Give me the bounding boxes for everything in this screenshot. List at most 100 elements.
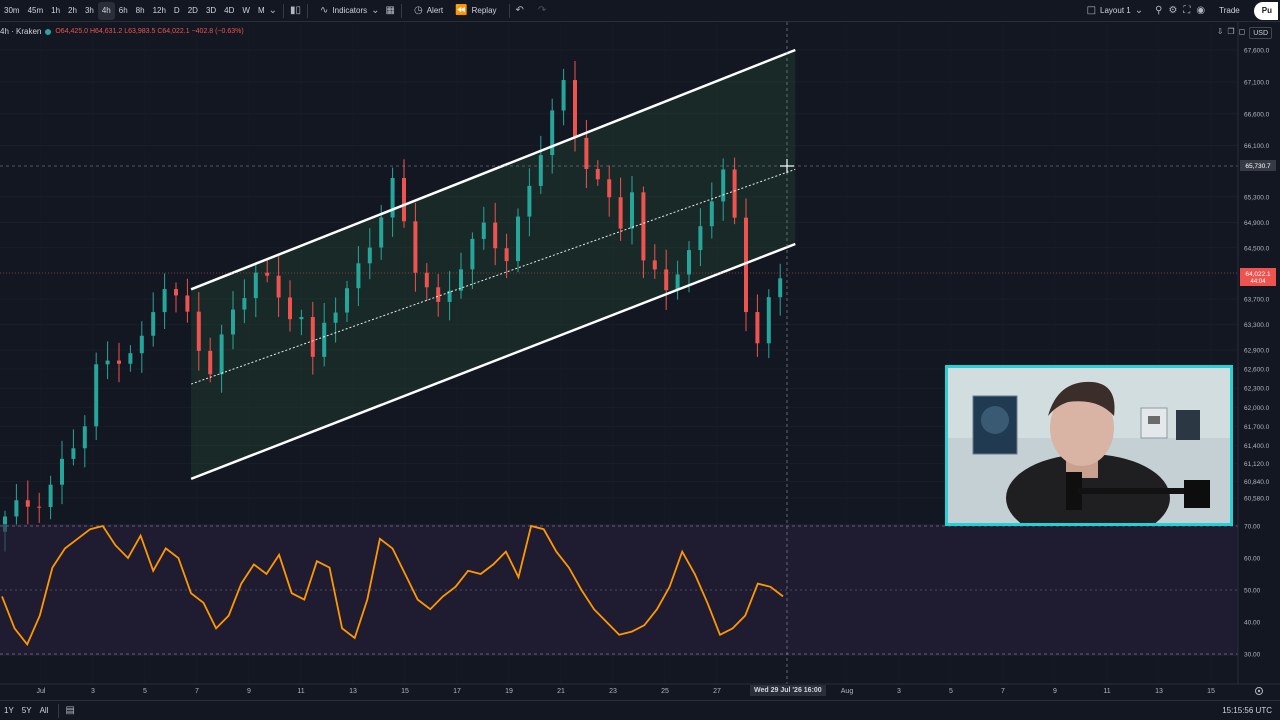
layout-icon: □ (1086, 5, 1097, 16)
price-tick-label: 62,000.0 (1244, 405, 1270, 412)
indicators-label: Indicators (332, 6, 368, 15)
rsi-tick-label: 70.00 (1244, 524, 1261, 531)
divider (307, 3, 309, 18)
timeframe-12h[interactable]: 12h (149, 2, 170, 20)
timeframe-m[interactable]: M (254, 2, 269, 20)
candle-body (493, 222, 498, 249)
timeframe-4h[interactable]: 4h (97, 1, 115, 20)
date-tick-label: 11 (297, 688, 304, 695)
date-tick-label: 9 (1053, 688, 1057, 695)
candle-body (242, 298, 247, 310)
timeframe-3d[interactable]: 3D (202, 2, 220, 20)
timeframe-2d[interactable]: 2D (184, 2, 202, 20)
range-1y[interactable]: 1Y (0, 706, 18, 715)
timeframe-45m[interactable]: 45m (24, 2, 48, 20)
date-tick-label: 5 (143, 688, 147, 695)
download-icon[interactable]: ⇩ (1217, 27, 1224, 39)
alert-label: Alert (426, 6, 444, 15)
price-scale-tools: ⇩ ❐ ◻ USD (1217, 27, 1272, 39)
range-5y[interactable]: 5Y (18, 706, 36, 715)
date-tick-label: 19 (505, 688, 513, 695)
candle-body (208, 350, 213, 375)
restore-icon[interactable]: ❐ (1227, 27, 1234, 39)
candle-body (436, 287, 441, 302)
candle-body (139, 335, 144, 354)
camera-icon[interactable]: ◉ (1196, 5, 1205, 16)
candle-body (516, 216, 520, 262)
date-tick-label: 7 (1001, 688, 1005, 695)
timeframe-w[interactable]: W (238, 2, 254, 20)
range-all[interactable]: All (36, 706, 53, 715)
candle-body (413, 221, 418, 273)
layout-button[interactable]: □ Layout 1 ⌄ (1081, 2, 1150, 20)
fullscreen-icon[interactable]: ⛶ (1183, 5, 1190, 16)
utc-clock[interactable]: 15:15:56 UTC (1222, 706, 1272, 715)
candle-body (721, 169, 726, 202)
candle-body (94, 364, 99, 427)
timeframe-30m[interactable]: 30m (0, 2, 24, 20)
indicators-button[interactable]: ∿ Indicators ⌄ (314, 2, 385, 20)
candle-body (25, 500, 30, 507)
date-tick-label: 5 (949, 688, 953, 695)
undo-icon[interactable]: ↶ (516, 5, 524, 16)
settings-gear-icon[interactable]: ⚙ (1168, 5, 1177, 16)
templates-icon[interactable]: ▦ (386, 5, 395, 16)
candle-body (231, 309, 235, 335)
calendar-icon[interactable]: ▤ (65, 705, 74, 716)
timeframe-d[interactable]: D (170, 2, 184, 20)
rsi-tick-label: 40.00 (1244, 620, 1261, 627)
symbol-label[interactable]: 4h · Kraken (0, 27, 41, 36)
candle-body (105, 360, 110, 365)
candle-body (504, 248, 509, 262)
redo-icon[interactable]: ↷ (538, 5, 546, 16)
date-tick-label: 7 (195, 688, 199, 695)
maximize-icon[interactable]: ◻ (1239, 27, 1246, 39)
candle-body (117, 360, 121, 364)
candle-body (60, 458, 64, 485)
timeframe-3h[interactable]: 3h (81, 2, 98, 20)
candle-body (185, 295, 190, 312)
candle-body (481, 222, 486, 239)
candle-body (641, 192, 646, 261)
candle-body (709, 201, 714, 227)
price-tick-label: 67,600.0 (1244, 48, 1270, 55)
date-tick-label: 17 (453, 688, 461, 695)
chevron-down-icon[interactable]: ⌄ (269, 5, 277, 16)
price-tick-label: 62,600.0 (1244, 367, 1270, 374)
timeframe-8h[interactable]: 8h (132, 2, 149, 20)
candle-body (766, 297, 771, 344)
candle-body (333, 312, 338, 323)
layout-label: Layout 1 (1100, 6, 1131, 15)
last-price-label: 64,022.1 44:04 (1240, 268, 1276, 286)
timeframe-6h[interactable]: 6h (115, 2, 132, 20)
symbol-legend: 4h · Kraken O64,425.0 H64,631.2 L63,983.… (0, 27, 244, 36)
replay-button[interactable]: ⏪ Replay (449, 2, 502, 20)
candle-body (675, 274, 680, 291)
candle-body (527, 185, 532, 217)
publish-button[interactable]: Pu (1253, 1, 1278, 20)
date-tick-label: 3 (897, 688, 901, 695)
date-tick-label: 13 (1155, 688, 1163, 695)
date-tick-label: 13 (349, 688, 357, 695)
quick-search-icon[interactable]: ⚲ (1155, 5, 1162, 16)
divider (283, 3, 285, 18)
candle-body (174, 289, 178, 296)
candle-body (698, 226, 703, 251)
candle-body (595, 168, 600, 180)
price-tick-label: 61,400.0 (1244, 443, 1270, 450)
timeframe-2h[interactable]: 2h (64, 2, 81, 20)
candle-style-icon[interactable]: ▮▯ (290, 5, 301, 16)
alert-button[interactable]: ◷ Alert (408, 2, 449, 20)
candle-body (162, 289, 167, 313)
candle-body (82, 426, 87, 449)
chart-area[interactable]: 67,600.0 67,100.0 66,600.0 66,100.0 65,300.0… (0, 22, 1280, 700)
candle-body (402, 177, 406, 222)
timeframe-1h[interactable]: 1h (47, 2, 64, 20)
last-price-text: 64,022.1 (1245, 271, 1271, 278)
date-tick-label: 21 (557, 688, 565, 695)
candle-body (310, 317, 315, 357)
alarm-clock-icon: ◷ (413, 5, 423, 16)
currency-selector[interactable]: USD (1249, 27, 1272, 39)
timeframe-4d[interactable]: 4D (220, 2, 238, 20)
trade-button[interactable]: Trade (1211, 2, 1248, 20)
